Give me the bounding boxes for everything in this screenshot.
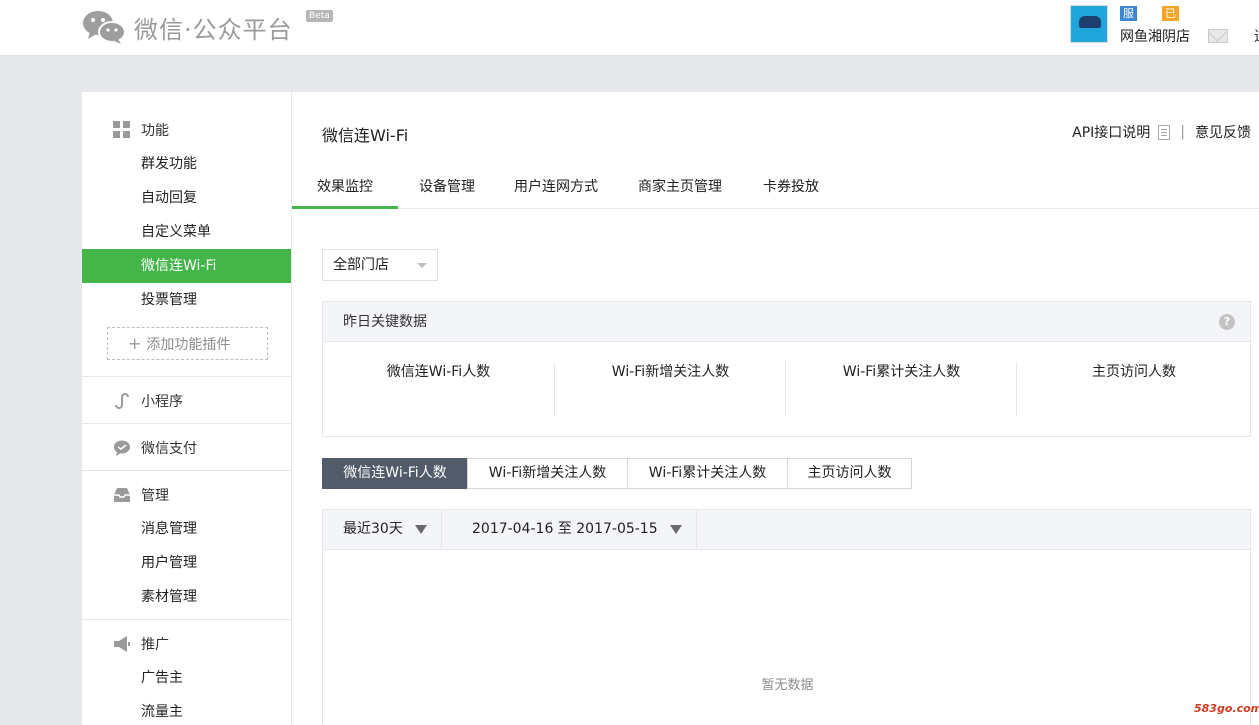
sidebar-item-vote[interactable]: 投票管理 [82, 283, 291, 317]
segment-total-followers[interactable]: Wi-Fi累计关注人数 [627, 458, 788, 489]
empty-state-text: 暂无数据 [761, 678, 814, 693]
sidebar-item-mass-send[interactable]: 群发功能 [82, 147, 291, 181]
trend-panel: 最近30天 2017-04-16 至 2017-05-15 暂无数据 [322, 509, 1251, 725]
sidebar-item-advertiser[interactable]: 广告主 [82, 661, 291, 695]
metric-wifi-users: 微信连Wi-Fi人数 [386, 364, 491, 380]
segment-home-visits[interactable]: 主页访问人数 [787, 458, 912, 489]
sidebar-item-materials[interactable]: 素材管理 [82, 580, 291, 614]
sidebar-divider [82, 376, 291, 377]
account-name[interactable]: 网鱼湘阴店 [1120, 26, 1190, 46]
api-docs-link[interactable]: API接口说明 [1072, 122, 1150, 142]
document-icon[interactable] [1158, 124, 1171, 140]
top-bar: 微信·公众平台 Beta 服务号 已认证 网鱼湘阴店 退 [0, 0, 1259, 56]
sidebar-item-mini-program[interactable]: 小程序 [113, 391, 183, 411]
sidebar-item-messages[interactable]: 消息管理 [82, 512, 291, 546]
triangle-down-icon [669, 524, 682, 534]
sidebar-divider [82, 423, 291, 424]
metric-home-visits: 主页访问人数 [1092, 364, 1176, 380]
sidebar-item-auto-reply[interactable]: 自动回复 [82, 181, 291, 215]
range-select-value: 最近30天 [343, 521, 403, 537]
sidebar-item-publisher[interactable]: 流量主 [82, 695, 291, 725]
sidebar-item-users[interactable]: 用户管理 [82, 546, 291, 580]
metric-total-followers: Wi-Fi累计关注人数 [842, 364, 961, 380]
page-title: 微信连Wi-Fi [322, 126, 409, 145]
wechat-logo[interactable]: 微信·公众平台 [82, 8, 293, 46]
help-icon[interactable]: ? [1219, 314, 1235, 330]
link-separator: | [1180, 124, 1185, 140]
sidebar-section-label: 功能 [141, 123, 169, 139]
sidebar-item-wifi[interactable]: 微信连Wi-Fi [82, 249, 291, 283]
wechat-logo-icon [82, 8, 126, 46]
segment-new-followers[interactable]: Wi-Fi新增关注人数 [467, 458, 628, 489]
filter-divider [441, 510, 442, 549]
filter-bar: 最近30天 2017-04-16 至 2017-05-15 [323, 510, 1250, 550]
grid-icon [113, 121, 131, 139]
sidebar-divider [82, 470, 291, 471]
date-range-select[interactable]: 2017-04-16 至 2017-05-15 [472, 510, 682, 549]
tab-merchant-home[interactable]: 商家主页管理 [632, 168, 728, 209]
wechat-pay-icon [113, 439, 131, 457]
avatar-fish-icon [1079, 16, 1101, 28]
date-range-value: 2017-04-16 至 2017-05-15 [472, 521, 658, 537]
inbox-icon [113, 486, 131, 504]
beta-badge: Beta [306, 10, 333, 22]
add-plugin-button[interactable]: + 添加功能插件 [107, 327, 268, 360]
range-select[interactable]: 最近30天 [343, 510, 427, 549]
sidebar-section-manage: 管理 [113, 485, 169, 505]
store-select-value: 全部门店 [333, 257, 389, 273]
mini-program-label: 小程序 [141, 394, 183, 410]
verified-badge: 已认证 [1162, 6, 1179, 50]
chevron-down-icon [417, 263, 427, 268]
sidebar-section-label: 推广 [141, 637, 169, 653]
add-plugin-label: 添加功能插件 [146, 336, 231, 353]
sidebar-section-promotion: 推广 [113, 634, 169, 654]
sidebar-item-wechat-pay[interactable]: 微信支付 [113, 438, 197, 458]
metric-new-followers: Wi-Fi新增关注人数 [611, 364, 730, 380]
logo-text: 微信·公众平台 [134, 15, 293, 44]
sidebar-section-function: 功能 [113, 120, 169, 140]
top-links: API接口说明 | 意见反馈 [1072, 122, 1251, 142]
watermark: 583go.com [1194, 702, 1259, 715]
main-content: 微信连Wi-Fi API接口说明 | 意见反馈 效果监控 设备管理 用户连网方式… [292, 92, 1259, 725]
key-data-panel: 昨日关键数据 ? 微信连Wi-Fi人数 Wi-Fi新增关注人数 Wi-Fi累计关… [322, 301, 1251, 437]
feedback-link[interactable]: 意见反馈 [1195, 122, 1251, 142]
sidebar-item-custom-menu[interactable]: 自定义菜单 [82, 215, 291, 249]
sidebar-section-label: 管理 [141, 488, 169, 504]
key-data-title: 昨日关键数据 [343, 314, 427, 330]
tab-connect-method[interactable]: 用户连网方式 [508, 168, 604, 209]
tab-monitoring[interactable]: 效果监控 [292, 168, 398, 209]
sidebar: 功能 群发功能 自动回复 自定义菜单 微信连Wi-Fi 投票管理 + 添加功能插… [82, 92, 292, 725]
metric-segment-control: 微信连Wi-Fi人数 Wi-Fi新增关注人数 Wi-Fi累计关注人数 主页访问人… [322, 458, 912, 489]
wechat-pay-label: 微信支付 [141, 441, 197, 457]
logout-link[interactable]: 退 [1254, 26, 1259, 46]
avatar[interactable] [1070, 5, 1108, 43]
key-data-header: 昨日关键数据 ? [323, 302, 1250, 342]
content-panel: 功能 群发功能 自动回复 自定义菜单 微信连Wi-Fi 投票管理 + 添加功能插… [82, 92, 1259, 725]
segment-wifi-users[interactable]: 微信连Wi-Fi人数 [322, 458, 468, 489]
filter-divider [696, 510, 697, 549]
triangle-down-icon [414, 524, 427, 534]
store-select[interactable]: 全部门店 [322, 249, 438, 281]
tab-bar: 效果监控 设备管理 用户连网方式 商家主页管理 卡券投放 [292, 168, 1259, 209]
plus-icon: + [128, 334, 142, 353]
sidebar-divider [82, 619, 291, 620]
tab-coupons[interactable]: 卡券投放 [756, 168, 826, 209]
mini-program-icon [113, 392, 131, 410]
service-account-badge: 服务号 [1120, 6, 1137, 50]
mail-icon[interactable] [1208, 29, 1228, 43]
tab-devices[interactable]: 设备管理 [412, 168, 482, 209]
megaphone-icon [113, 635, 131, 653]
